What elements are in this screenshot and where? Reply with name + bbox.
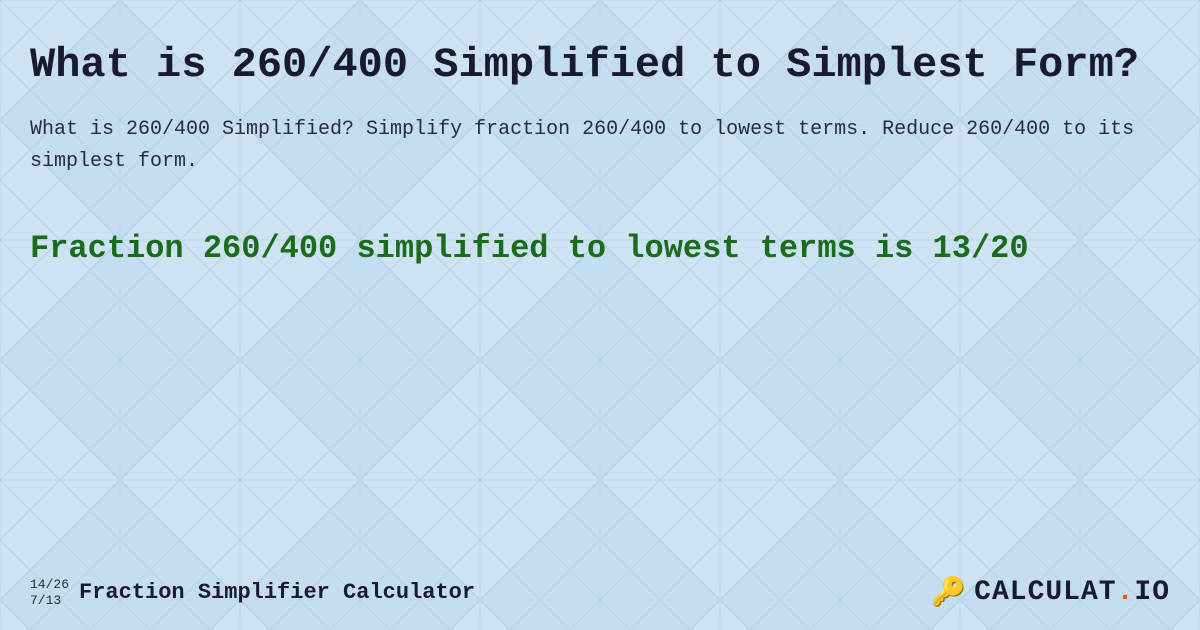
page-description: What is 260/400 Simplified? Simplify fra… xyxy=(30,114,1170,178)
fraction-bottom: 7/13 xyxy=(30,593,69,609)
logo-text: CALCULAT.IO xyxy=(974,577,1170,608)
footer: 14/26 7/13 Fraction Simplifier Calculato… xyxy=(0,575,1200,610)
result-text: Fraction 260/400 simplified to lowest te… xyxy=(30,228,1170,270)
footer-logo: 🔑 CALCULAT.IO xyxy=(931,575,1170,610)
result-section: Fraction 260/400 simplified to lowest te… xyxy=(30,228,1170,270)
footer-site-title: Fraction Simplifier Calculator xyxy=(79,580,475,605)
logo-icon: 🔑 xyxy=(931,575,966,610)
page-title: What is 260/400 Simplified to Simplest F… xyxy=(30,40,1170,90)
footer-fraction: 14/26 7/13 xyxy=(30,577,69,608)
fraction-top: 14/26 xyxy=(30,577,69,593)
